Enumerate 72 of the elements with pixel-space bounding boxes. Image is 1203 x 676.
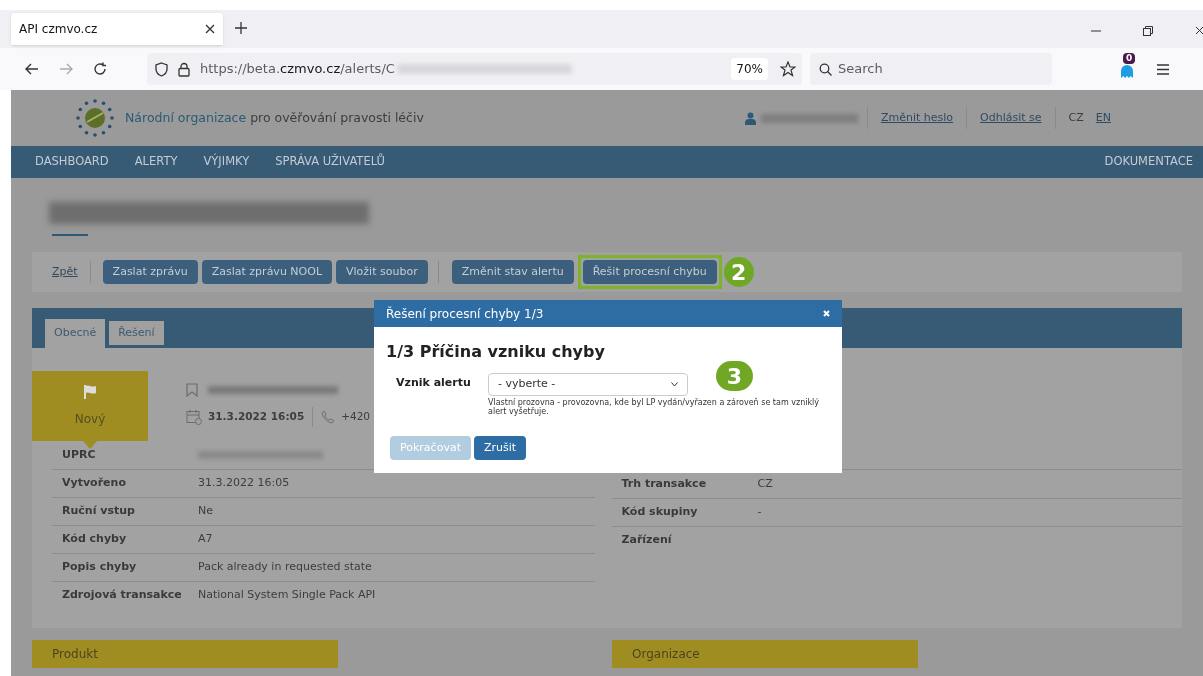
tab[interactable]: Řešení — [109, 321, 164, 345]
action-button[interactable]: Řešit procesní chybu — [582, 260, 717, 284]
back-arrow-icon[interactable] — [25, 63, 39, 75]
select-field[interactable]: - vyberte - — [488, 373, 688, 396]
detail-label: Popis chyby — [61, 559, 138, 576]
back-link[interactable]: Zpět — [52, 263, 78, 281]
section-header: Organizace — [612, 640, 918, 668]
phone-number: +420 — [341, 409, 371, 425]
user-icon — [744, 111, 756, 125]
status-label: Nový — [74, 411, 106, 428]
step-badge: 2 — [723, 257, 754, 287]
modal-heading: 1/3 Příčina vzniku chyby — [386, 341, 606, 363]
nav-item[interactable]: DOKUMENTACE — [1104, 153, 1193, 171]
nav-item[interactable]: ALERTY — [134, 153, 178, 171]
search-field[interactable]: Search — [810, 53, 1052, 85]
close-icon[interactable] — [205, 24, 215, 34]
nav-item[interactable]: SPRÁVA UŽIVATELŮ — [275, 153, 385, 171]
detail-value: National System Single Pack API — [198, 587, 376, 604]
action-button[interactable]: Zaslat zprávu — [102, 260, 198, 284]
tab[interactable]: Obecné — [45, 319, 106, 348]
calendar-icon — [186, 409, 202, 425]
detail-value: A7 — [198, 531, 213, 548]
detail-value: CZ — [757, 475, 773, 492]
nav-item[interactable]: VÝJIMKY — [203, 153, 250, 171]
new-tab-icon[interactable] — [235, 22, 247, 34]
field-label: Vznik alertu — [396, 375, 472, 391]
organization-name: Národní organizace pro ověřování pravosti léčiv — [125, 108, 424, 127]
step-badge: 3 — [716, 361, 753, 391]
search-icon — [819, 62, 832, 76]
section-header: Produkt — [32, 640, 338, 668]
restore-icon[interactable] — [1143, 26, 1153, 36]
created-date: 31.3.2022 16:05 — [208, 409, 305, 425]
hint-text: Vlastní prozovna - provozovna, kde byl LP vydán/vyřazen a zároveň se tam vzniklý alert vyšetřuje. — [488, 398, 821, 416]
flag-icon — [83, 384, 97, 400]
nav-item[interactable]: DASHBOARD — [35, 153, 109, 171]
close-icon[interactable] — [1195, 26, 1203, 36]
phone-icon — [321, 410, 336, 424]
detail-label: Kód chyby — [61, 531, 128, 548]
modal-title: Řešení procesní chyby 1/3 — [386, 305, 545, 323]
detail-value: Ne — [198, 503, 213, 520]
action-button[interactable]: Změnit stav alertu — [451, 260, 574, 284]
star-icon[interactable] — [780, 61, 796, 77]
detail-value: 31.3.2022 16:05 — [198, 475, 290, 492]
detail-value: - — [757, 504, 762, 521]
action-button[interactable]: Vložit soubor — [336, 260, 428, 284]
detail-label: Kód skupiny — [620, 504, 699, 521]
lock-icon — [178, 61, 190, 77]
detail-label: Zařízení — [620, 532, 673, 549]
shield-icon — [155, 61, 168, 77]
language-option[interactable]: EN — [1095, 109, 1111, 127]
chevron-down-icon — [671, 382, 678, 387]
detail-label: Trh transakce — [620, 475, 708, 492]
detail-value: Pack already in requested state — [198, 559, 372, 576]
language-option[interactable]: CZ — [1068, 109, 1084, 127]
action-button[interactable]: Zaslat zprávu NOOL — [201, 260, 333, 284]
reload-icon[interactable] — [93, 62, 107, 76]
dialog-button[interactable]: Zrušit — [473, 436, 527, 460]
browser-tab[interactable]: API czmvo.cz — [11, 13, 223, 45]
address-bar[interactable]: https://beta.czmvo.cz/alerts/C 70% — [147, 53, 802, 85]
logo-icon — [75, 98, 115, 138]
notification-badge: 0 — [1123, 53, 1136, 64]
detail-label: Ruční vstup — [61, 503, 136, 520]
detail-label: Vytvořeno — [61, 475, 127, 492]
zoom-level[interactable]: 70% — [731, 58, 768, 80]
ghost-icon[interactable] — [1120, 65, 1134, 79]
menu-icon[interactable] — [1157, 63, 1169, 75]
bookmark-icon — [186, 383, 198, 397]
header-link[interactable]: Změnit heslo — [880, 109, 954, 127]
header-link[interactable]: Odhlásit se — [980, 109, 1042, 127]
detail-label: UPRC — [61, 446, 97, 463]
detail-label: Zdrojová transakce — [61, 587, 183, 604]
url-text: https://beta.czmvo.cz/alerts/C — [200, 60, 395, 79]
